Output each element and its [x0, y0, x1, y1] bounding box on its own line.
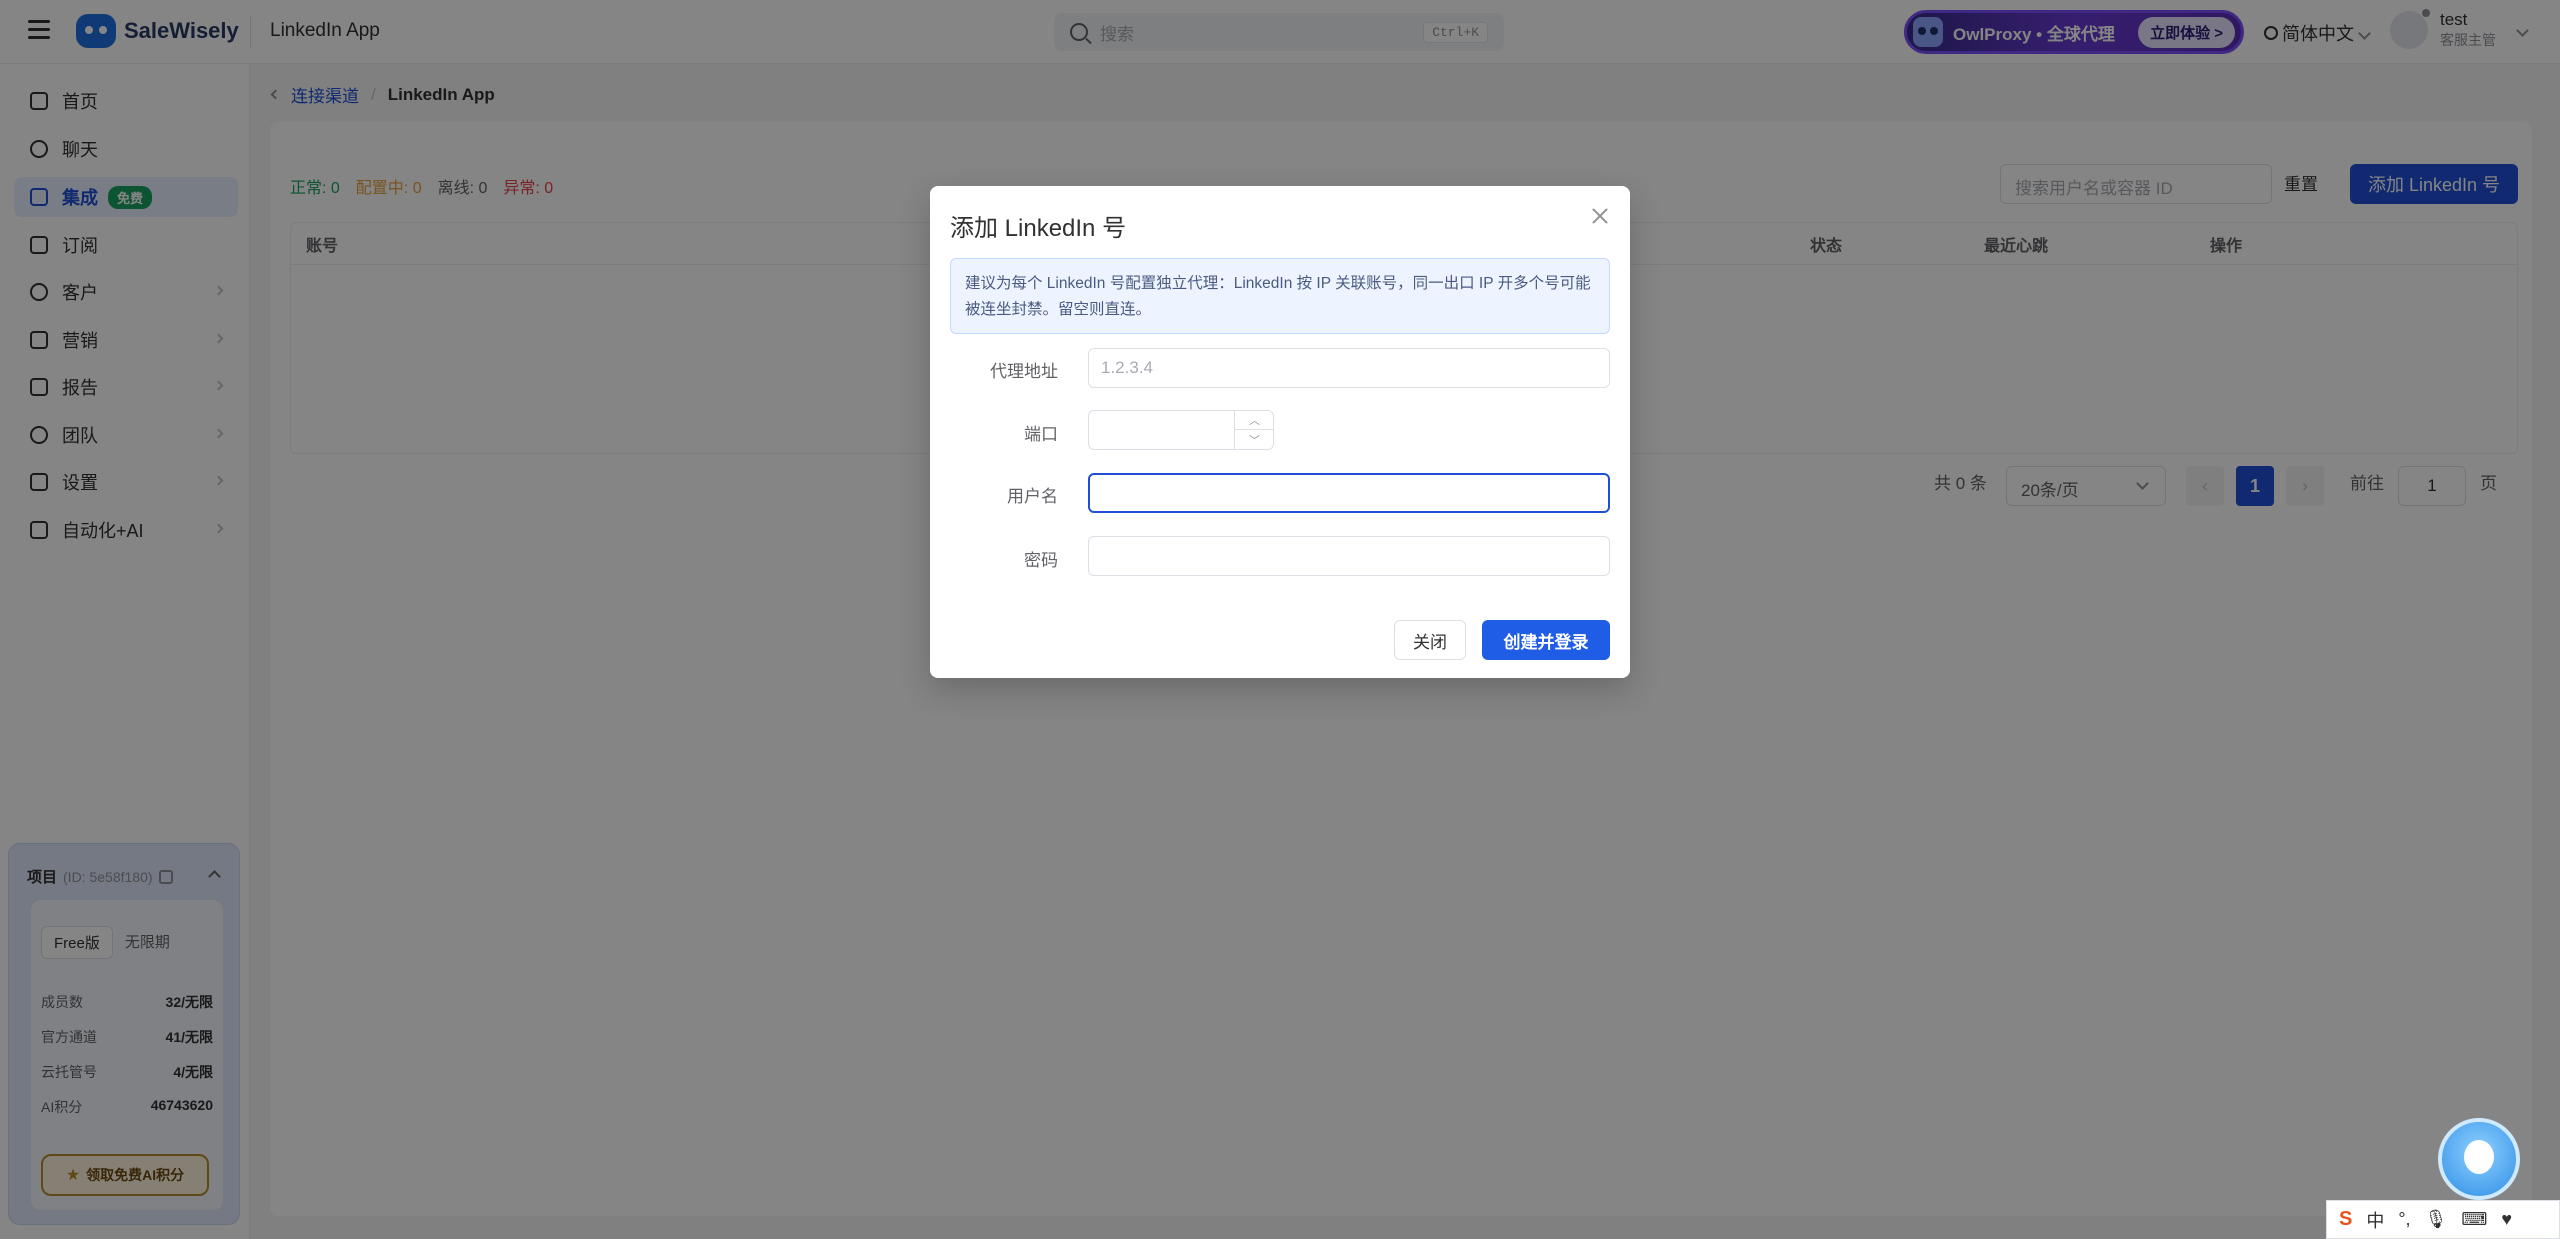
stepper-down-icon[interactable]: ﹀: [1235, 430, 1274, 450]
proxy-address-input[interactable]: [1088, 348, 1610, 388]
proxy-label: 代理地址: [990, 362, 1058, 381]
ime-toolbar: S 中 °, 🎙 ⌨ ♥: [2326, 1200, 2560, 1239]
close-icon[interactable]: [1590, 206, 1610, 226]
username-input[interactable]: [1088, 473, 1610, 513]
keyboard-icon[interactable]: ⌨: [2461, 1209, 2487, 1230]
port-label: 端口: [1024, 425, 1058, 444]
ime-mode[interactable]: 中: [2366, 1207, 2384, 1233]
password-input[interactable]: [1088, 536, 1610, 576]
dialog-title: 添加 LinkedIn 号: [950, 215, 1127, 242]
skin-icon[interactable]: ♥: [2501, 1209, 2512, 1230]
microphone-icon[interactable]: 🎙: [2425, 1209, 2448, 1230]
sogou-logo-icon[interactable]: S: [2339, 1208, 2352, 1231]
password-label: 密码: [1024, 551, 1058, 570]
port-stepper-controls: ︿ ﹀: [1234, 410, 1274, 450]
customer-support-icon[interactable]: [2438, 1118, 2520, 1200]
username-label: 用户名: [1007, 487, 1058, 506]
close-button[interactable]: 关闭: [1394, 620, 1466, 660]
create-and-login-button[interactable]: 创建并登录: [1482, 620, 1610, 660]
stepper-up-icon[interactable]: ︿: [1235, 410, 1274, 430]
ime-punct[interactable]: °,: [2398, 1209, 2410, 1230]
proxy-notice: 建议为每个 LinkedIn 号配置独立代理：LinkedIn 按 IP 关联账…: [950, 258, 1610, 334]
add-linkedin-dialog: 添加 LinkedIn 号 建议为每个 LinkedIn 号配置独立代理：Lin…: [930, 186, 1630, 678]
